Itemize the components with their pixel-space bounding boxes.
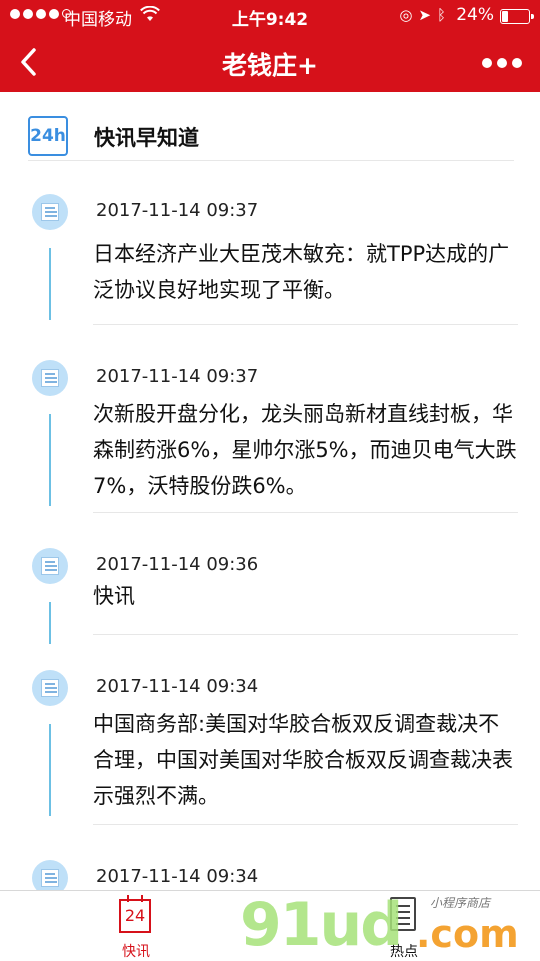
more-dots-icon xyxy=(482,58,492,68)
24h-badge-icon: 24h xyxy=(28,116,68,156)
news-text: 日本经济产业大臣茂木敏充：就TPP达成的广泛协议良好地实现了平衡。 xyxy=(93,242,510,302)
battery-percent: 24% xyxy=(456,5,494,25)
news-text: 次新股开盘分化，龙头丽岛新材直线封板，华森制药涨6%，星帅尔涨5%，而迪贝电气大… xyxy=(93,402,517,498)
newspaper-icon xyxy=(390,897,416,931)
page-title: 老钱庄+ xyxy=(222,51,318,80)
news-document-icon xyxy=(32,360,68,396)
calendar-24-icon: 24 xyxy=(119,895,151,933)
timeline-line xyxy=(49,724,51,816)
news-text: 中国商务部:美国对华胶合板双反调查裁决不合理，中国对美国对华胶合板双反调查裁决表… xyxy=(93,712,513,808)
section-title: 快讯早知道 xyxy=(94,126,199,150)
news-item[interactable]: 2017-11-14 09:36 快讯 xyxy=(0,514,540,644)
more-button[interactable] xyxy=(482,58,522,68)
divider xyxy=(93,634,518,635)
rotation-lock-icon: ◎ xyxy=(399,6,419,24)
news-document-icon xyxy=(32,548,68,584)
top-bar: 中国移动 上午9:42 ◎➤ᛒ 24% 老钱庄+ xyxy=(0,0,540,92)
divider xyxy=(93,824,518,825)
news-timestamp: 2017-11-14 09:34 xyxy=(96,866,259,887)
status-icons: ◎➤ᛒ xyxy=(399,6,452,24)
news-document-icon xyxy=(32,670,68,706)
status-bar: 中国移动 上午9:42 ◎➤ᛒ 24% xyxy=(0,0,540,32)
timeline-line xyxy=(49,248,51,320)
news-timestamp: 2017-11-14 09:37 xyxy=(96,366,259,387)
tab-hot[interactable]: 热点 xyxy=(354,891,454,961)
battery-icon xyxy=(500,9,534,24)
nav-bar: 老钱庄+ xyxy=(0,32,540,92)
news-timestamp: 2017-11-14 09:34 xyxy=(96,676,259,697)
tab-flash-news[interactable]: 24 快讯 xyxy=(86,891,186,961)
news-item[interactable]: 2017-11-14 09:37 次新股开盘分化，龙头丽岛新材直线封板，华森制药涨… xyxy=(0,326,540,514)
bluetooth-icon: ᛒ xyxy=(436,6,452,24)
news-timestamp: 2017-11-14 09:36 xyxy=(96,554,259,575)
divider xyxy=(93,324,518,325)
tab-label: 热点 xyxy=(390,944,418,960)
news-timeline: 2017-11-14 09:37 日本经济产业大臣茂木敏充：就TPP达成的广泛协议… xyxy=(0,160,540,906)
location-arrow-icon: ➤ xyxy=(418,6,437,24)
news-item[interactable]: 2017-11-14 09:34 中国商务部:美国对华胶合板双反调查裁决不合理，中… xyxy=(0,636,540,826)
news-item[interactable]: 2017-11-14 09:37 日本经济产业大臣茂木敏充：就TPP达成的广泛协议… xyxy=(0,160,540,326)
news-text: 快讯 xyxy=(93,584,135,608)
section-header: 24h 快讯早知道 xyxy=(28,116,514,161)
divider xyxy=(93,512,518,513)
news-document-icon xyxy=(32,194,68,230)
tab-bar: 24 快讯 热点 xyxy=(0,890,540,961)
tab-label: 快讯 xyxy=(122,944,150,960)
news-timestamp: 2017-11-14 09:37 xyxy=(96,200,259,221)
timeline-line xyxy=(49,414,51,506)
